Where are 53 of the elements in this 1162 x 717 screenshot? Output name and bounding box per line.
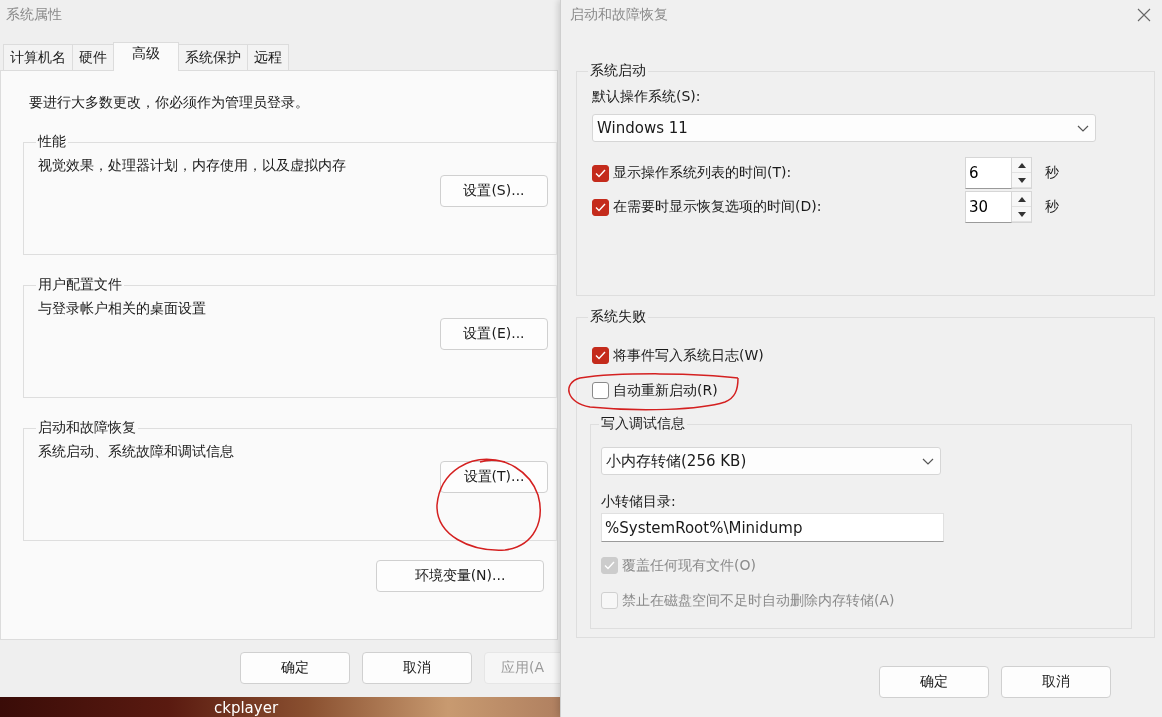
tab[interactable]: 系统保护 [178, 44, 248, 70]
settings-button[interactable]: 设置(S)... [440, 175, 548, 207]
dialog-button[interactable]: 取消 [1001, 666, 1111, 698]
tab[interactable]: 远程 [247, 44, 289, 70]
checkbox-label: 显示操作系统列表的时间(T): [613, 164, 793, 182]
group-description: 系统启动、系统故障和调试信息 [38, 443, 234, 461]
checkmark-icon [595, 351, 606, 360]
chevron-down-icon [1077, 124, 1089, 132]
directory-field[interactable]: %SystemRoot%\Minidump [601, 513, 944, 542]
checkbox[interactable] [592, 198, 609, 216]
settings-button[interactable]: 设置(T)... [440, 461, 548, 493]
number-field[interactable]: 6 [965, 157, 1012, 189]
group-title: 系统启动 [589, 62, 647, 80]
checkbox[interactable] [592, 164, 609, 182]
settings-button[interactable]: 设置(E)... [440, 318, 548, 350]
field-label: 默认操作系统(S): [592, 88, 701, 104]
window-title: 启动和故障恢复 [570, 6, 668, 24]
desktop-icon-label: ckplayer [214, 699, 279, 717]
checkbox-label: 覆盖任何现有文件(O) [622, 556, 756, 575]
dump-type-dropdown[interactable]: 小内存转储(256 KB) [601, 447, 941, 475]
window-title: 系统属性 [6, 6, 62, 24]
dialog-button[interactable]: 确定 [240, 652, 350, 684]
checkmark-icon [595, 202, 606, 212]
dialog-button[interactable]: 确定 [879, 666, 989, 698]
tab[interactable]: 高级 [113, 42, 179, 71]
group-title: 用户配置文件 [37, 276, 123, 294]
number-field[interactable]: 30 [965, 191, 1012, 223]
group-title: 启动和故障恢复 [37, 419, 137, 437]
group-description: 与登录帐户相关的桌面设置 [38, 300, 206, 318]
checkbox-label: 将事件写入系统日志(W) [613, 346, 764, 365]
checkmark-icon [595, 168, 606, 178]
checkbox-label: 禁止在磁盘空间不足时自动删除内存转储(A) [622, 591, 895, 610]
checkmark-icon [604, 561, 615, 570]
unit-label: 秒 [1045, 198, 1059, 216]
group-title: 写入调试信息 [600, 415, 686, 433]
field-label: 小转储目录: [601, 493, 676, 509]
spin-buttons[interactable] [1012, 157, 1032, 189]
chevron-down-icon [922, 457, 934, 465]
group-title: 性能 [36, 133, 67, 151]
spin-buttons[interactable] [1012, 191, 1032, 223]
unit-label: 秒 [1045, 164, 1059, 182]
checkbox-label: 自动重新启动(R) [613, 381, 718, 400]
tab[interactable]: 计算机名 [3, 44, 73, 70]
checkbox[interactable] [592, 382, 609, 399]
os-dropdown[interactable]: Windows 11 [592, 114, 1096, 142]
checkbox[interactable] [592, 347, 609, 364]
dialog-button[interactable]: 取消 [362, 652, 472, 684]
group-title: 系统失败 [589, 308, 647, 326]
notice-text: 要进行大多数更改，你必须作为管理员登录。 [29, 94, 310, 112]
group-description: 视觉效果，处理器计划，内存使用，以及虚拟内存 [38, 157, 346, 175]
checkbox-label: 在需要时显示恢复选项的时间(D): [613, 198, 823, 216]
tab[interactable]: 硬件 [72, 44, 114, 70]
env-variables-button[interactable]: 环境变量(N)... [376, 560, 544, 592]
